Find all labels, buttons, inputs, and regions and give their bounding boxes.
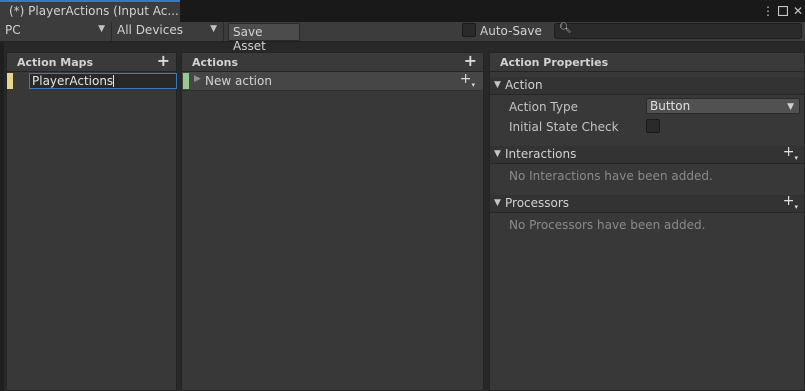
collapse-triangle-icon: ▼ [494, 149, 501, 159]
add-processor-icon[interactable]: +▾ [783, 193, 798, 211]
processors-empty-message: No Processors have been added. [509, 218, 706, 232]
action-map-row[interactable]: PlayerActions [7, 72, 177, 92]
action-properties-title: Action Properties [500, 56, 609, 69]
autosave-label: Auto-Save [480, 24, 542, 38]
devices-label: All Devices [117, 23, 183, 37]
chevron-down-icon: ▼ [210, 24, 217, 34]
text-caret [113, 75, 115, 87]
add-binding-icon[interactable]: +▾ [460, 71, 475, 89]
devices-dropdown[interactable]: All Devices ▼ [112, 22, 224, 41]
toolbar: PC ▼ All Devices ▼ Save Asset Auto-Save … [0, 22, 805, 53]
kebab-menu-icon[interactable]: ⋮ [761, 3, 775, 19]
action-map-color-bar [7, 73, 13, 89]
control-scheme-label: PC [5, 23, 21, 37]
close-icon[interactable]: ✕ [791, 3, 805, 19]
processors-section-label: Processors [505, 196, 570, 210]
action-type-dropdown[interactable]: Button ▼ [646, 98, 800, 114]
window-edge [0, 42, 4, 391]
window-tab[interactable]: (*) PlayerActions (Input Ac... [0, 0, 180, 22]
initial-state-check-label: Initial State Check [509, 120, 619, 134]
action-section-header[interactable]: ▼ Action [490, 77, 804, 95]
processors-section-header[interactable]: ▼ Processors +▾ [490, 193, 804, 213]
action-properties-header: Action Properties [490, 53, 804, 72]
interactions-section-header[interactable]: ▼ Interactions +▾ [490, 144, 804, 164]
expand-triangle-icon[interactable]: ▶ [194, 74, 201, 84]
add-interaction-icon[interactable]: +▾ [783, 144, 798, 162]
chevron-down-icon: ▼ [787, 102, 794, 112]
action-type-label: Action Type [509, 100, 578, 114]
action-row[interactable]: ▶ New action +▾ [182, 71, 483, 91]
action-maps-title: Action Maps [17, 56, 94, 69]
actions-panel: Actions + ▶ New action +▾ [181, 51, 484, 391]
action-maps-header: Action Maps + [7, 51, 176, 72]
collapse-triangle-icon: ▼ [494, 80, 501, 90]
autosave-checkbox[interactable] [462, 23, 476, 37]
add-action-map-icon[interactable]: + [157, 51, 170, 70]
save-asset-button[interactable]: Save Asset [228, 23, 300, 53]
collapse-triangle-icon: ▼ [494, 198, 501, 208]
action-section-label: Action [505, 78, 543, 92]
action-maps-panel: Action Maps + PlayerActions [6, 51, 177, 391]
control-scheme-dropdown[interactable]: PC ▼ [0, 22, 112, 41]
chevron-down-icon: ▼ [98, 24, 105, 34]
action-type-value: Button [650, 99, 691, 113]
maximize-icon[interactable] [776, 3, 790, 20]
action-map-name-text: PlayerActions [32, 74, 114, 88]
action-map-name-field[interactable]: PlayerActions [29, 73, 177, 89]
add-action-icon[interactable]: + [464, 51, 477, 70]
action-color-bar [183, 73, 189, 89]
action-properties-panel: Action Properties ▼ Action Action Type B… [489, 52, 805, 391]
interactions-section-label: Interactions [505, 147, 577, 161]
interactions-empty-message: No Interactions have been added. [509, 169, 713, 183]
search-input[interactable]: 🔍︎ [554, 23, 802, 39]
actions-header: Actions + [182, 51, 483, 72]
search-icon: 🔍︎ [559, 23, 572, 34]
initial-state-checkbox[interactable] [646, 119, 660, 133]
action-name: New action [205, 74, 272, 88]
actions-title: Actions [192, 56, 238, 69]
